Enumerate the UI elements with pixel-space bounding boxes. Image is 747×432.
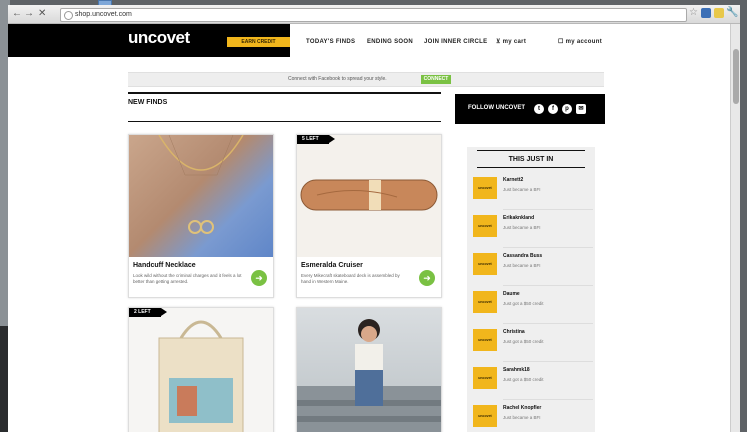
facebook-icon[interactable]: f <box>548 104 558 114</box>
product-description: Look wild without the criminal charges a… <box>133 273 242 284</box>
activity-status: Just got a $50 credit <box>503 301 544 306</box>
arrow-go-icon[interactable]: ➜ <box>251 270 267 286</box>
divider <box>503 361 593 362</box>
stock-tag: 5 LEFT <box>297 135 335 144</box>
activity-status: Just got a $50 credit <box>503 339 544 344</box>
product-image[interactable] <box>297 308 441 432</box>
activity-item[interactable]: uncovet Christina Just got a $50 credit <box>473 329 601 367</box>
product-card[interactable]: Handcuff Necklace Look wild without the … <box>128 134 274 298</box>
cart-label: my cart <box>502 39 527 45</box>
browser-toolbar: ← → ✕ shop.uncovet.com ☆ 🔧 <box>8 5 740 24</box>
avatar: uncovet <box>473 367 497 389</box>
extension-icon[interactable] <box>701 8 711 18</box>
divider <box>477 150 585 151</box>
earn-credit-button[interactable]: EARN CREDIT <box>227 37 290 47</box>
product-description: Every Mikecraft skateboard deck is assem… <box>301 273 400 284</box>
nav-join-inner-circle[interactable]: JOIN INNER CIRCLE <box>424 37 487 47</box>
activity-user[interactable]: Cassandra Buss <box>503 253 542 259</box>
nav-ending-soon[interactable]: ENDING SOON <box>367 37 413 47</box>
activity-user[interactable]: Rachel Knopfler <box>503 405 541 411</box>
divider <box>477 167 585 168</box>
activity-item[interactable]: uncovet Cassandra Buss Just became a BFI <box>473 253 601 291</box>
necklace-illustration <box>158 134 244 234</box>
account-icon: ☐ <box>558 39 566 45</box>
web-page: uncovet EARN CREDIT TODAY'S FINDS ENDING… <box>8 24 730 432</box>
bookmark-star-icon[interactable]: ☆ <box>689 7 698 18</box>
arrow-go-icon[interactable]: ➜ <box>419 270 435 286</box>
facebook-connect-bar: Connect with Facebook to spread your sty… <box>128 72 604 87</box>
activity-item[interactable]: uncovet Sarahmk18 Just got a $50 credit <box>473 367 601 405</box>
product-image[interactable] <box>129 308 273 432</box>
divider <box>128 92 441 94</box>
divider <box>503 323 593 324</box>
address-bar[interactable]: shop.uncovet.com <box>60 8 687 22</box>
divider <box>128 121 441 122</box>
wrench-icon[interactable]: 🔧 <box>726 7 738 18</box>
site-header: uncovet EARN CREDIT TODAY'S FINDS ENDING… <box>8 24 730 57</box>
avatar: uncovet <box>473 329 497 351</box>
pinterest-icon[interactable]: p <box>562 104 572 114</box>
divider <box>503 209 593 210</box>
product-card[interactable] <box>296 307 442 432</box>
product-card[interactable]: 5 LEFT Esmeralda Cruiser Every Mikecraft… <box>296 134 442 298</box>
vertical-scrollbar[interactable] <box>730 24 740 432</box>
follow-panel: FOLLOW UNCOVET t f p ✉ <box>455 94 605 124</box>
activity-item[interactable]: uncovet Karnett2 Just became a BFI <box>473 177 601 215</box>
activity-status: Just became a BFI <box>503 263 541 268</box>
folder-icon[interactable] <box>714 8 724 18</box>
back-button[interactable]: ← <box>12 8 22 20</box>
site-logo[interactable]: uncovet <box>128 28 190 48</box>
activity-status: Just got a $50 credit <box>503 377 544 382</box>
activity-status: Just became a BFI <box>503 225 541 230</box>
panel-title: THIS JUST IN <box>508 156 554 163</box>
divider <box>503 247 593 248</box>
activity-item[interactable]: uncovet Erikaknkland Just became a BFI <box>473 215 601 253</box>
activity-user[interactable]: Erikaknkland <box>503 215 534 221</box>
email-icon[interactable]: ✉ <box>576 104 586 114</box>
product-image[interactable] <box>297 135 441 257</box>
avatar: uncovet <box>473 405 497 427</box>
avatar: uncovet <box>473 215 497 237</box>
product-card[interactable]: 2 LEFT <box>128 307 274 432</box>
this-just-in-panel: THIS JUST IN uncovet Karnett2 Just becam… <box>467 147 595 432</box>
account-link[interactable]: ☐ my account <box>558 37 602 47</box>
account-label: my account <box>565 39 602 45</box>
forward-button[interactable]: → <box>24 8 34 20</box>
cart-link[interactable]: ⊻ my cart <box>496 37 526 47</box>
avatar: uncovet <box>473 253 497 275</box>
connect-button[interactable]: CONNECT <box>421 75 451 84</box>
model-photo-illustration <box>297 319 441 432</box>
stop-button[interactable]: ✕ <box>38 8 46 20</box>
tote-bag-illustration <box>158 320 244 432</box>
activity-item[interactable]: uncovet Daume Just got a $50 credit <box>473 291 601 329</box>
activity-status: Just became a BFI <box>503 415 541 420</box>
page-icon <box>64 11 73 20</box>
facebook-connect-text: Connect with Facebook to spread your sty… <box>288 76 387 82</box>
activity-status: Just became a BFI <box>503 187 541 192</box>
stock-tag: 2 LEFT <box>129 308 167 317</box>
section-title: NEW FINDS <box>128 99 168 106</box>
cart-icon: ⊻ <box>496 39 503 45</box>
product-title[interactable]: Esmeralda Cruiser <box>301 262 363 269</box>
activity-user[interactable]: Sarahmk18 <box>503 367 530 373</box>
scrollbar-thumb[interactable] <box>733 49 739 104</box>
activity-user[interactable]: Christina <box>503 329 525 335</box>
twitter-icon[interactable]: t <box>534 104 544 114</box>
url-text: shop.uncovet.com <box>75 11 132 18</box>
browser-window: ← → ✕ shop.uncovet.com ☆ 🔧 uncovet EARN … <box>8 5 740 432</box>
activity-user[interactable]: Daume <box>503 291 520 297</box>
avatar: uncovet <box>473 177 497 199</box>
divider <box>503 285 593 286</box>
avatar: uncovet <box>473 291 497 313</box>
nav-todays-finds[interactable]: TODAY'S FINDS <box>306 37 355 47</box>
product-image[interactable] <box>129 134 273 257</box>
divider <box>503 399 593 400</box>
follow-label: FOLLOW UNCOVET <box>468 105 525 111</box>
product-title[interactable]: Handcuff Necklace <box>133 262 196 269</box>
activity-item[interactable]: uncovet Rachel Knopfler Just became a BF… <box>473 405 601 432</box>
skateboard-illustration <box>300 179 438 211</box>
activity-user[interactable]: Karnett2 <box>503 177 523 183</box>
